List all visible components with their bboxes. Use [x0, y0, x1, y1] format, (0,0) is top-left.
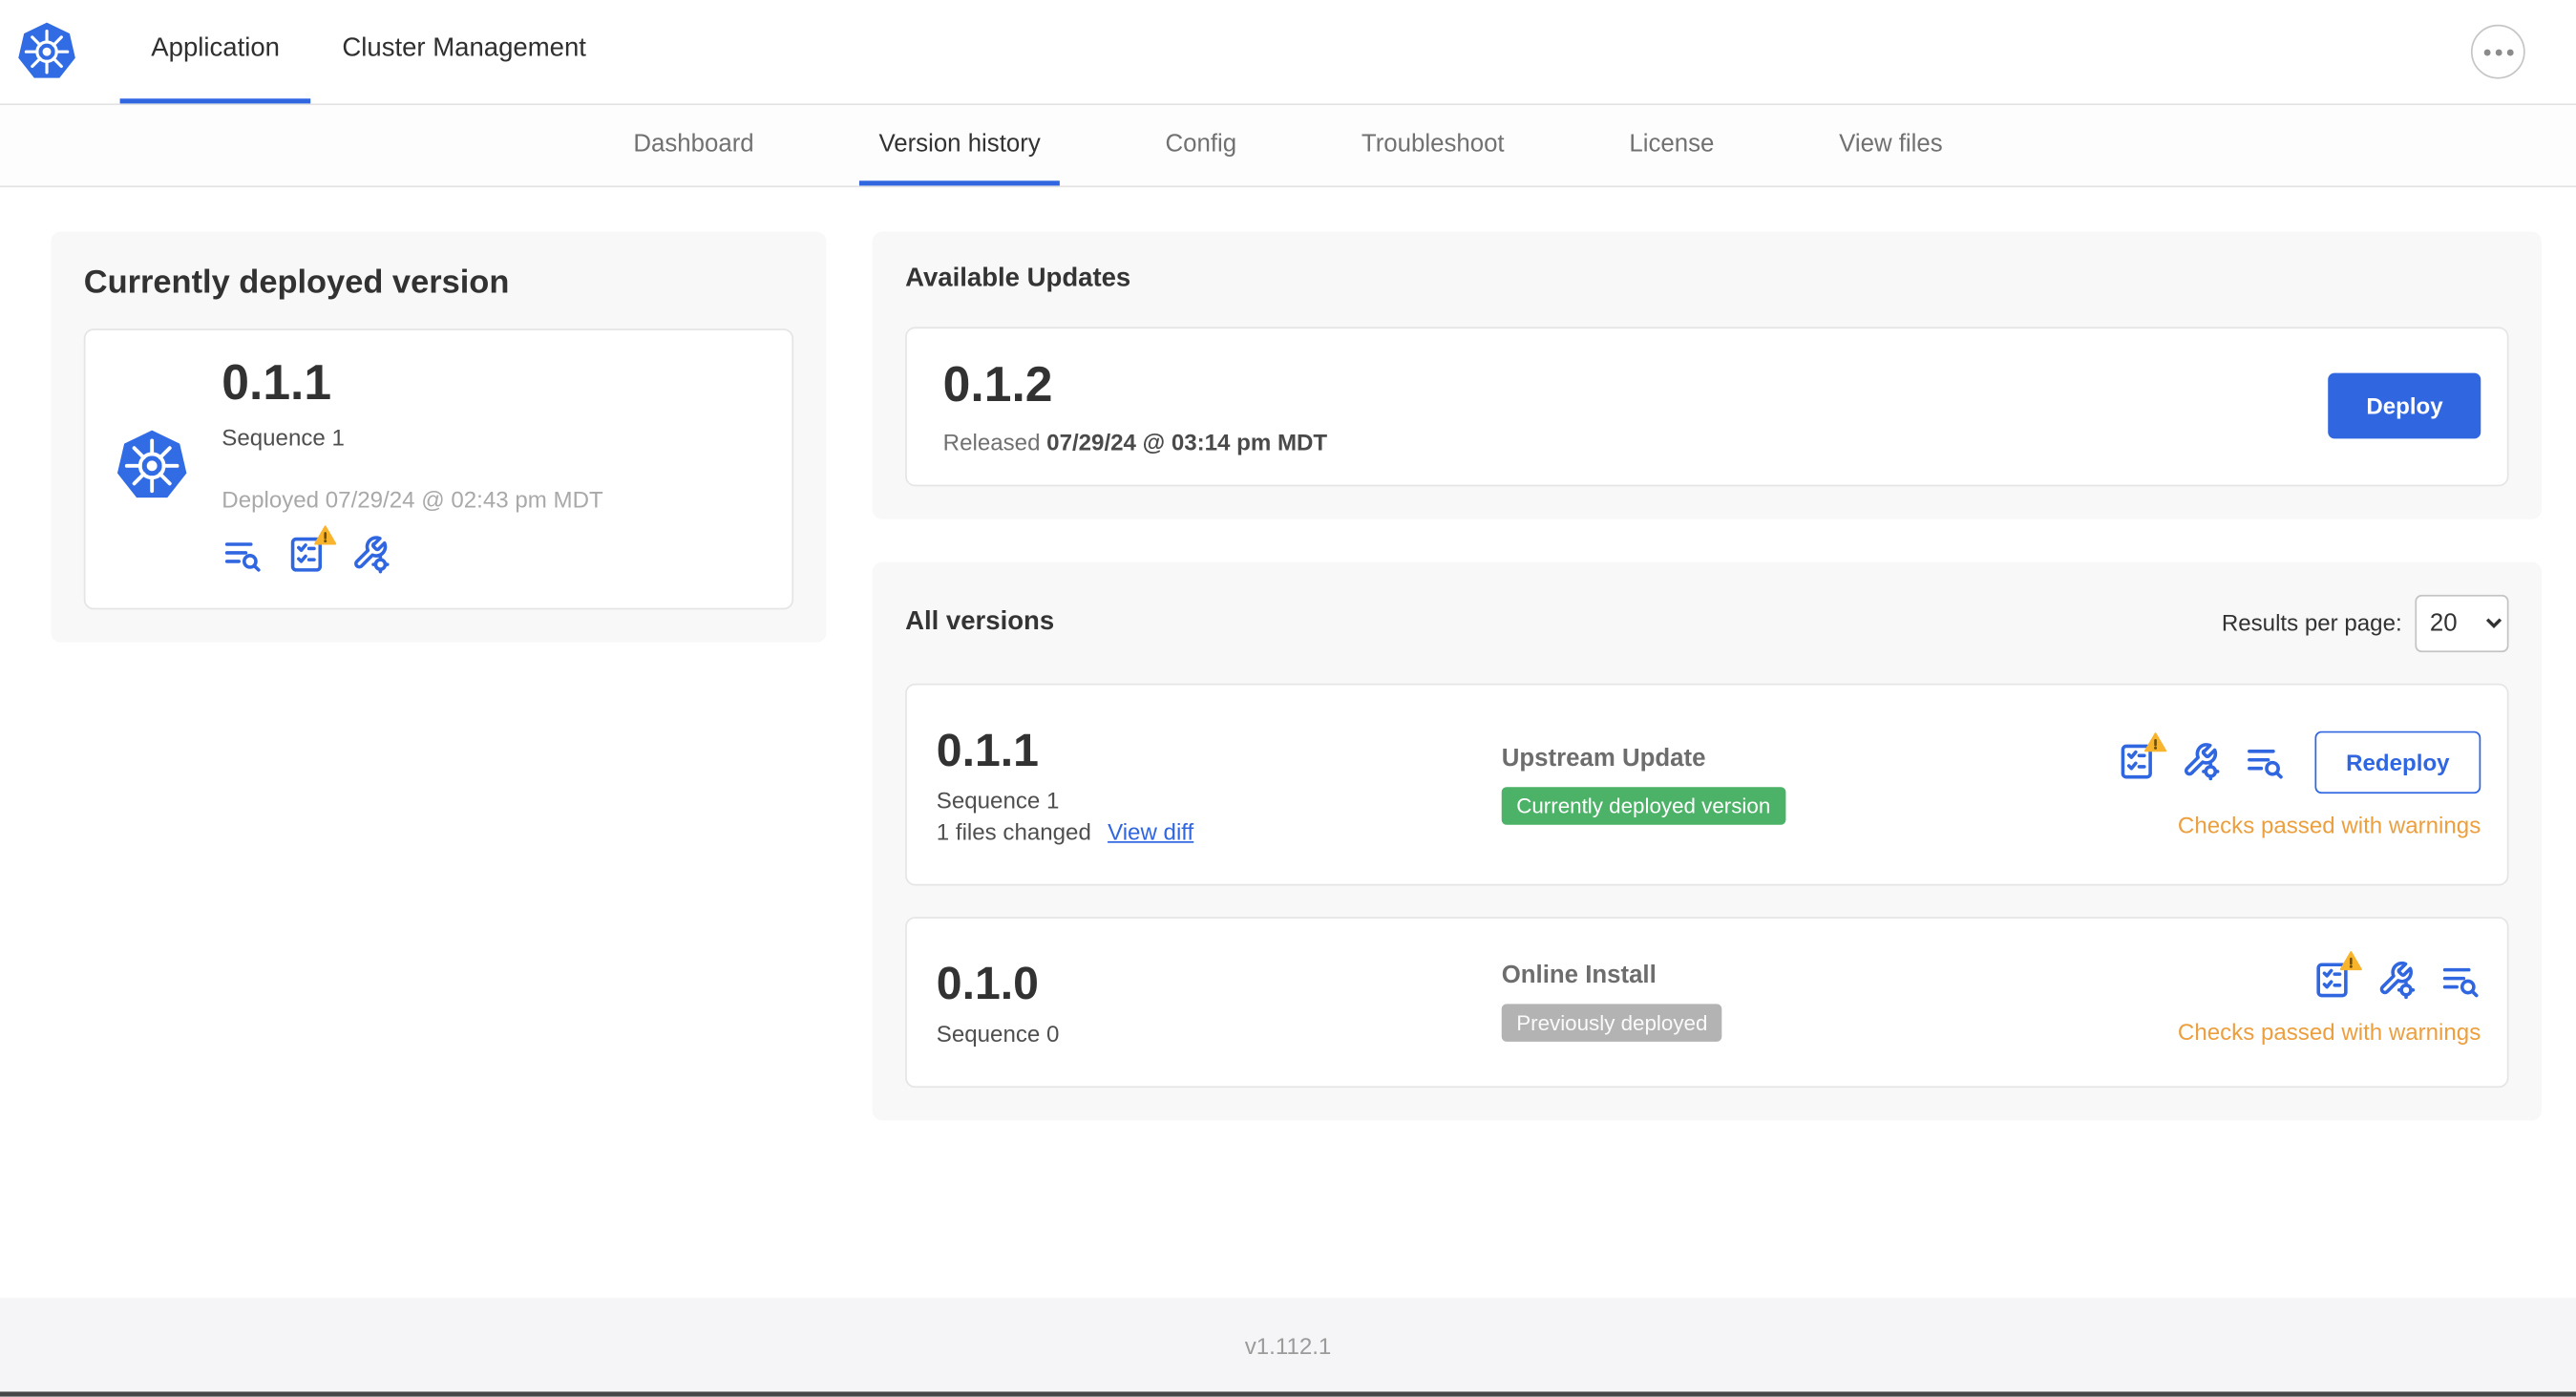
row-files-line: 1 files changed View diff — [937, 817, 1502, 844]
tab-license[interactable]: License — [1610, 105, 1734, 185]
row-version-number: 0.1.0 — [936, 957, 1039, 1008]
warning-icon — [2339, 949, 2362, 972]
preflight-checks-button[interactable] — [285, 533, 327, 574]
row-source-info: Online Install Previously deployed — [1501, 962, 2178, 1043]
deployed-status-badge: Currently deployed version — [1501, 786, 1785, 825]
checks-status: Checks passed with warnings — [2177, 1018, 2481, 1045]
warning-icon — [314, 523, 337, 546]
tab-dashboard[interactable]: Dashboard — [614, 105, 774, 185]
row-version-info: 0.1.1 Sequence 1 1 files changed View di… — [937, 724, 1502, 844]
release-notes-icon — [222, 533, 263, 574]
row-source-info: Upstream Update Currently deployed versi… — [1501, 743, 2117, 825]
currently-deployed-card: Currently deployed version 0.1.1 Sequenc… — [51, 231, 827, 642]
kubernetes-logo-icon — [16, 21, 77, 82]
ellipsis-icon — [2482, 48, 2513, 55]
deployed-version-info: 0.1.1 Sequence 1 Deployed 07/29/24 @ 02:… — [222, 356, 603, 574]
redeploy-button[interactable]: Redeploy — [2314, 730, 2481, 794]
released-label: Released — [942, 428, 1041, 455]
topnav-tabs: Application Cluster Management — [119, 0, 618, 104]
available-updates-card: Available Updates 0.1.2 Released 07/29/2… — [872, 231, 2542, 519]
available-update-row: 0.1.2 Released 07/29/24 @ 03:14 pm MDT D… — [905, 327, 2509, 486]
top-nav: Application Cluster Management — [0, 0, 2576, 106]
available-updates-title: Available Updates — [905, 265, 1131, 293]
release-notes-button[interactable] — [222, 533, 263, 574]
currently-deployed-title: Currently deployed version — [83, 265, 510, 301]
all-versions-header: All versions Results per page: 20 — [905, 594, 2509, 652]
results-per-page-select[interactable]: 20 — [2415, 594, 2509, 652]
version-row: 0.1.0 Sequence 0 Online Install Previous… — [905, 916, 2509, 1088]
deployed-timestamp: Deployed 07/29/24 @ 02:43 pm MDT — [222, 485, 603, 512]
right-column: Available Updates 0.1.2 Released 07/29/2… — [872, 231, 2542, 1121]
row-version-info: 0.1.0 Sequence 0 — [937, 958, 1502, 1047]
tab-troubleshoot[interactable]: Troubleshoot — [1341, 105, 1524, 185]
update-released-line: Released 07/29/24 @ 03:14 pm MDT — [943, 428, 1327, 455]
row-action-icons: Redeploy — [2116, 730, 2481, 794]
warning-icon — [2143, 731, 2166, 754]
tab-cluster-management[interactable]: Cluster Management — [311, 0, 618, 103]
view-diff-link[interactable]: View diff — [1108, 817, 1193, 844]
config-icon — [2180, 741, 2221, 782]
release-notes-button[interactable] — [2439, 960, 2481, 1001]
deployed-sequence: Sequence 1 — [222, 423, 345, 450]
main-content: Currently deployed version 0.1.1 Sequenc… — [0, 187, 2576, 1121]
tab-config[interactable]: Config — [1146, 105, 1256, 185]
app-version: v1.112.1 — [1244, 1331, 1332, 1359]
row-sequence: Sequence 1 — [936, 786, 1060, 814]
page-root: Application Cluster Management Dashboard… — [0, 0, 2576, 1397]
row-actions-block: Redeploy Checks passed with warnings — [2116, 730, 2481, 837]
release-notes-icon — [2439, 960, 2481, 1001]
results-per-page: Results per page: 20 — [2221, 594, 2509, 652]
files-changed-label: 1 files changed — [936, 817, 1091, 844]
released-date: 07/29/24 @ 03:14 pm MDT — [1046, 428, 1328, 455]
update-version-number: 0.1.2 — [942, 358, 1053, 413]
more-options-button[interactable] — [2470, 24, 2525, 79]
row-sequence: Sequence 0 — [936, 1020, 1060, 1047]
checks-status: Checks passed with warnings — [2177, 811, 2481, 837]
deploy-button[interactable]: Deploy — [2328, 373, 2481, 439]
currently-deployed-version-card: 0.1.1 Sequence 1 Deployed 07/29/24 @ 02:… — [83, 328, 794, 609]
deployed-icon-row — [222, 533, 602, 574]
update-version-info: 0.1.2 Released 07/29/24 @ 03:14 pm MDT — [943, 358, 1327, 455]
all-versions-card: All versions Results per page: 20 0.1.1 … — [872, 561, 2542, 1121]
preflight-checks-button[interactable] — [2312, 960, 2353, 1001]
config-button[interactable] — [2375, 960, 2417, 1001]
config-icon — [2375, 960, 2417, 1001]
tab-view-files[interactable]: View files — [1819, 105, 1962, 185]
tab-version-history[interactable]: Version history — [858, 105, 1061, 186]
all-versions-title: All versions — [905, 607, 1055, 636]
row-actions-block: Checks passed with warnings — [2178, 960, 2481, 1045]
row-action-icons — [2178, 960, 2481, 1001]
row-version-number: 0.1.1 — [936, 723, 1039, 775]
version-source-label: Upstream Update — [1501, 743, 1706, 773]
config-button[interactable] — [350, 533, 391, 574]
preflight-checks-button[interactable] — [2116, 741, 2157, 782]
version-source-label: Online Install — [1501, 962, 1657, 990]
kubernetes-logo-icon — [115, 429, 188, 502]
release-notes-icon — [2244, 741, 2285, 782]
version-row: 0.1.1 Sequence 1 1 files changed View di… — [905, 682, 2509, 885]
tab-application[interactable]: Application — [119, 0, 311, 104]
previously-deployed-badge: Previously deployed — [1501, 1004, 1722, 1043]
results-per-page-label: Results per page: — [2221, 609, 2402, 636]
footer: v1.112.1 — [0, 1298, 2576, 1397]
config-icon — [350, 533, 391, 574]
release-notes-button[interactable] — [2244, 741, 2285, 782]
app-subnav: Dashboard Version history Config Trouble… — [0, 105, 2576, 188]
config-button[interactable] — [2180, 741, 2221, 782]
deployed-version-number: 0.1.1 — [222, 356, 332, 412]
